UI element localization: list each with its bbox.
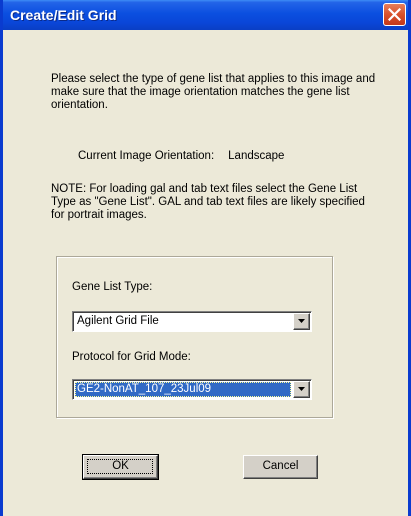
chevron-down-icon (298, 387, 305, 391)
ok-button[interactable]: OK (82, 454, 159, 480)
orientation-label: Current Image Orientation: (78, 150, 215, 162)
instructions-text: Please select the type of gene list that… (51, 73, 376, 111)
protocol-dropdown-button[interactable] (293, 381, 310, 398)
close-button[interactable] (383, 3, 406, 26)
orientation-row: Current Image Orientation: Landscape (78, 150, 408, 163)
gene-list-type-value: Agilent Grid File (77, 315, 159, 327)
protocol-label: Protocol for Grid Mode: (72, 351, 191, 363)
cancel-button[interactable]: Cancel (243, 455, 318, 479)
close-icon (388, 8, 401, 21)
title-bar[interactable]: Create/Edit Grid (3, 0, 408, 30)
focus-rect (87, 459, 153, 474)
chevron-down-icon (298, 319, 305, 323)
cancel-button-label: Cancel (262, 460, 299, 472)
gene-list-groupbox: Gene List Type: Agilent Grid File Protoc… (56, 256, 333, 418)
gene-list-type-dropdown-button[interactable] (293, 313, 310, 330)
note-text: NOTE: For loading gal and tab text files… (51, 183, 365, 221)
protocol-value: GE2-NonAT_107_23Jul09 (75, 382, 291, 397)
gene-list-type-label: Gene List Type: (72, 281, 153, 293)
protocol-select[interactable]: GE2-NonAT_107_23Jul09 (72, 379, 312, 400)
gene-list-type-select[interactable]: Agilent Grid File (72, 311, 312, 332)
window-title: Create/Edit Grid (10, 7, 117, 23)
dialog-window: Create/Edit Grid Please select the type … (0, 0, 411, 516)
orientation-value: Landscape (228, 150, 285, 162)
